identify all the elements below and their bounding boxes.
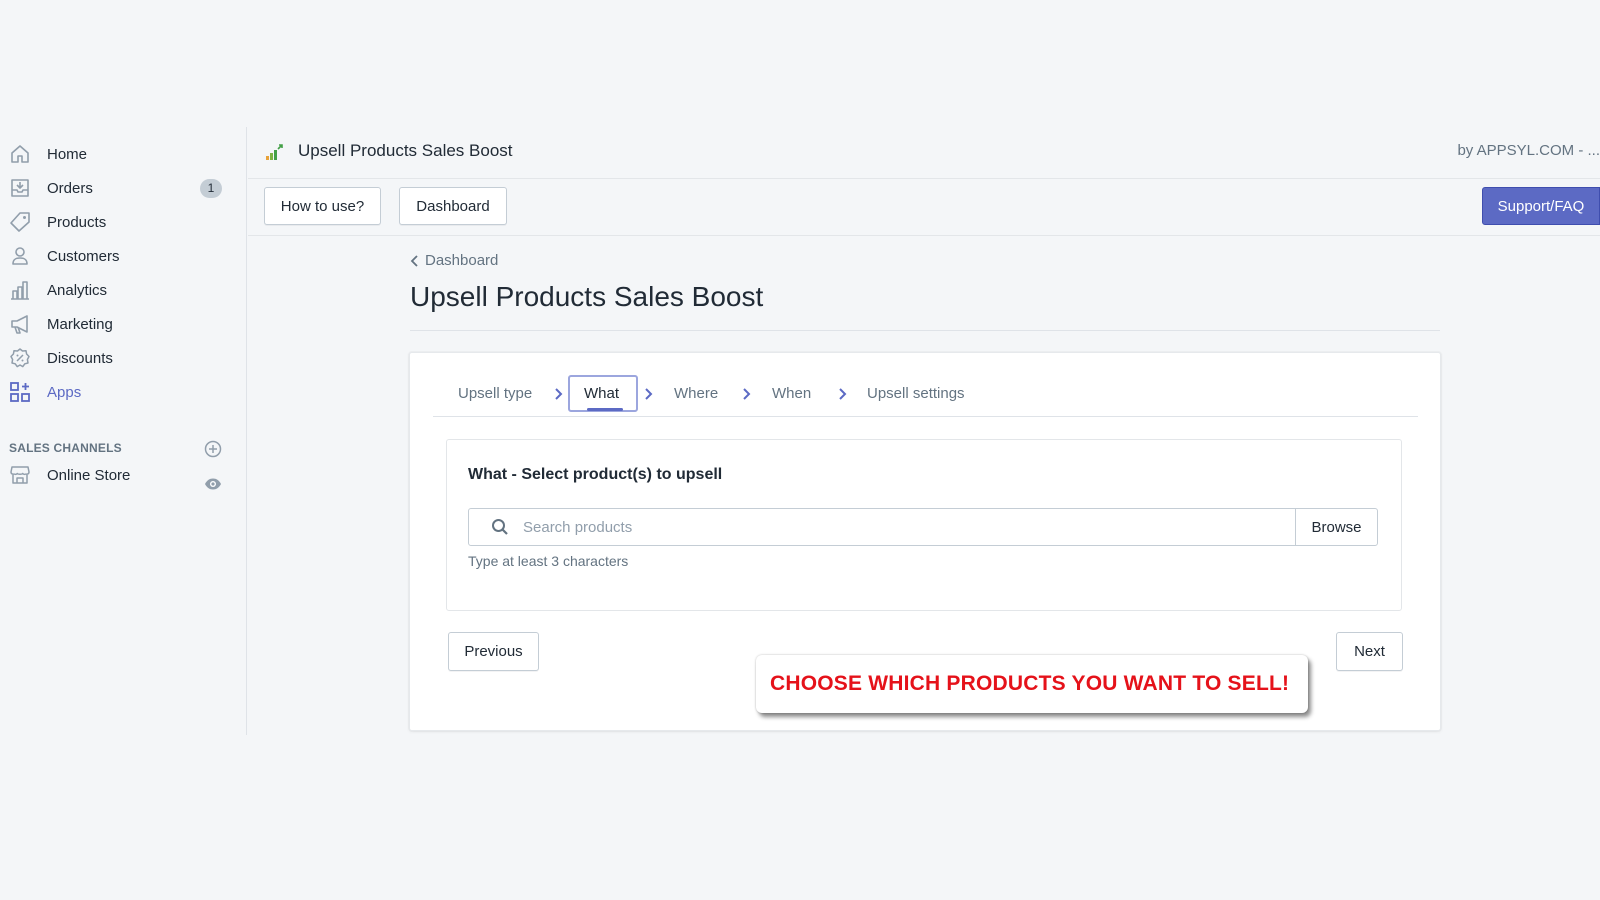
chevron-right-icon bbox=[645, 388, 653, 400]
active-step-indicator bbox=[587, 408, 623, 411]
breadcrumb-label: Dashboard bbox=[425, 252, 499, 269]
sidebar-item-products[interactable]: Products bbox=[0, 205, 240, 239]
dashboard-button[interactable]: Dashboard bbox=[399, 187, 507, 225]
eye-icon[interactable] bbox=[204, 475, 222, 493]
orders-icon bbox=[11, 179, 29, 197]
apps-icon bbox=[10, 382, 30, 402]
step-upsell-type[interactable]: Upsell type bbox=[458, 385, 532, 402]
sidebar-item-label: Analytics bbox=[47, 281, 108, 299]
wizard-steps: Upsell type What Where When Upsell setti… bbox=[433, 375, 1418, 417]
discount-icon bbox=[10, 348, 30, 368]
sidebar: Home Orders 1 Products Customers Analyti… bbox=[0, 127, 247, 735]
sidebar-item-label: Online Store bbox=[47, 466, 131, 484]
store-icon bbox=[10, 466, 30, 484]
sidebar-item-label: Discounts bbox=[47, 349, 113, 367]
sidebar-item-analytics[interactable]: Analytics bbox=[0, 273, 240, 307]
sidebar-item-label: Customers bbox=[47, 247, 120, 265]
support-faq-button[interactable]: Support/FAQ bbox=[1482, 187, 1600, 225]
sidebar-item-label: Apps bbox=[47, 383, 82, 401]
previous-button[interactable]: Previous bbox=[448, 632, 539, 671]
orders-count-badge: 1 bbox=[200, 178, 222, 198]
product-search-input[interactable] bbox=[523, 518, 1223, 536]
app-byline[interactable]: by APPSYL.COM - ... bbox=[1457, 142, 1600, 159]
signal-bars-logo-icon bbox=[266, 144, 283, 160]
person-icon bbox=[12, 247, 28, 265]
sidebar-item-discounts[interactable]: Discounts bbox=[0, 341, 240, 375]
what-section: What - Select product(s) to upsell Brows… bbox=[446, 439, 1402, 611]
step-upsell-settings[interactable]: Upsell settings bbox=[867, 385, 965, 402]
step-when[interactable]: When bbox=[772, 385, 811, 402]
sidebar-item-apps[interactable]: Apps bbox=[0, 375, 240, 409]
title-divider bbox=[410, 330, 1440, 331]
chevron-right-icon bbox=[555, 388, 563, 400]
sidebar-item-label: Orders bbox=[47, 179, 93, 197]
chevron-left-icon bbox=[410, 254, 418, 267]
bar-chart-icon bbox=[11, 281, 29, 300]
sidebar-item-label: Marketing bbox=[47, 315, 113, 333]
tag-icon bbox=[10, 212, 30, 232]
add-circle-icon[interactable] bbox=[204, 440, 222, 458]
breadcrumb[interactable]: Dashboard bbox=[410, 252, 498, 269]
sales-channels-heading: SALES CHANNELS bbox=[9, 441, 122, 455]
sidebar-item-marketing[interactable]: Marketing bbox=[0, 307, 240, 341]
app-toolbar: How to use? Dashboard Support/FAQ bbox=[248, 180, 1600, 236]
next-button[interactable]: Next bbox=[1336, 632, 1403, 671]
page-title: Upsell Products Sales Boost bbox=[410, 281, 764, 312]
search-icon bbox=[492, 519, 508, 535]
promo-callout: CHOOSE WHICH PRODUCTS YOU WANT TO SELL! bbox=[756, 655, 1308, 713]
product-search-field[interactable] bbox=[468, 508, 1296, 546]
step-what[interactable]: What bbox=[584, 385, 619, 402]
browse-button[interactable]: Browse bbox=[1295, 508, 1378, 546]
home-icon bbox=[11, 145, 29, 163]
sidebar-item-home[interactable]: Home bbox=[0, 137, 240, 171]
how-to-use-button[interactable]: How to use? bbox=[264, 187, 381, 225]
app-header: Upsell Products Sales Boost by APPSYL.CO… bbox=[248, 127, 1600, 179]
what-section-title: What - Select product(s) to upsell bbox=[468, 466, 723, 483]
step-where[interactable]: Where bbox=[674, 385, 718, 402]
sidebar-item-orders[interactable]: Orders 1 bbox=[0, 171, 240, 205]
search-help-text: Type at least 3 characters bbox=[468, 553, 629, 569]
sidebar-item-customers[interactable]: Customers bbox=[0, 239, 240, 273]
sidebar-item-label: Products bbox=[47, 213, 107, 231]
app-title: Upsell Products Sales Boost bbox=[298, 141, 513, 160]
megaphone-icon bbox=[11, 315, 28, 334]
chevron-right-icon bbox=[743, 388, 751, 400]
sidebar-item-label: Home bbox=[47, 145, 88, 163]
chevron-right-icon bbox=[839, 388, 847, 400]
